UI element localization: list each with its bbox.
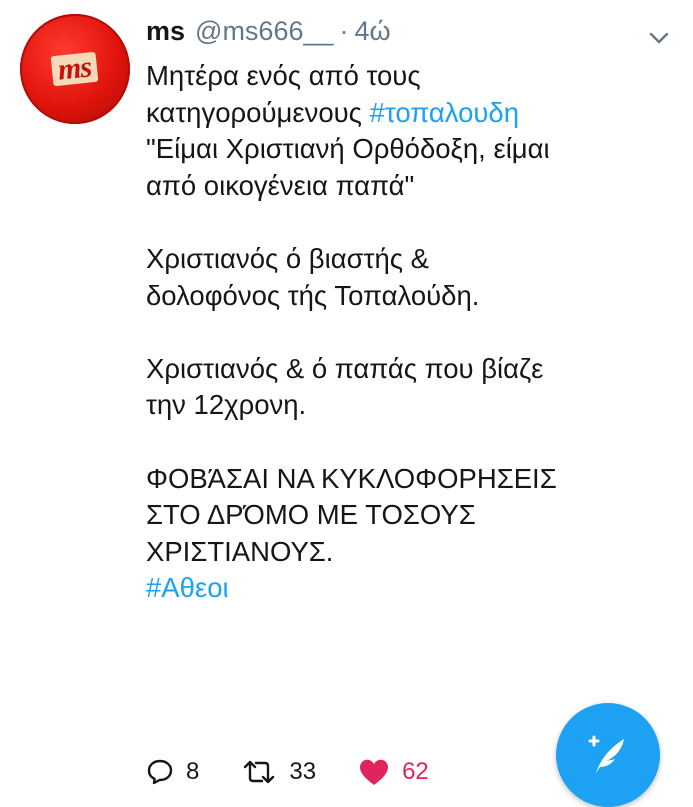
tweet-line: "Είμαι Χριστιανή Ορθόδοξη, είμαι: [146, 133, 550, 165]
retweet-icon: [244, 760, 275, 784]
hashtag-link[interactable]: #Αθεοι: [146, 572, 229, 603]
reply-count: 8: [186, 758, 200, 785]
chevron-down-icon[interactable]: [647, 26, 671, 50]
display-name[interactable]: ms: [146, 16, 185, 47]
compose-tweet-icon: [588, 735, 624, 773]
tweet-line: #Αθεοι: [146, 570, 666, 607]
tweet-line: ΣΤΟ ΔΡΌΜΟ ΜΕ ΤΟΣΟΥΣ: [146, 499, 476, 531]
hashtag-link[interactable]: #τοπαλουδη: [370, 97, 519, 128]
retweet-button[interactable]: 33: [241, 758, 316, 786]
like-button[interactable]: 62: [358, 758, 429, 786]
reply-button[interactable]: 8: [146, 758, 199, 786]
compose-tweet-button[interactable]: [556, 703, 660, 807]
tweet-line: από οικογένεια παπά": [146, 169, 415, 201]
reply-icon: [147, 759, 173, 785]
avatar-logo: ms: [51, 50, 99, 87]
tweet-line: Μητέρα ενός από τους: [146, 60, 421, 91]
retweet-count: 33: [289, 758, 317, 785]
tweet-line: Χριστιανός & ό παπάς που βίαζε: [146, 352, 544, 384]
separator-dot: ·: [339, 16, 349, 46]
like-count: 62: [402, 758, 429, 785]
tweet-line: ΧΡΙΣΤΙΑΝΟΥΣ.: [146, 535, 334, 567]
tweet-line: ΦΟΒΆΣΑΙ ΝΑ ΚΥΚΛΟΦΟΡΗΣΕΙΣ: [146, 462, 557, 494]
tweet-line: την 12χρονη.: [146, 389, 307, 421]
tweet-actions: 8 33 62: [146, 752, 471, 792]
tweet-header: ms @ms666__ · 4ώ: [146, 16, 391, 56]
tweet-text: Μητέρα ενός από τους κατηγορούμενους #το…: [146, 58, 666, 607]
tweet-line: κατηγορούμενους #τοπαλουδη: [146, 96, 520, 128]
avatar[interactable]: ms: [20, 14, 130, 124]
tweet-line: δολοφόνος τής Τοπαλούδη.: [146, 279, 480, 311]
timestamp[interactable]: 4ώ: [355, 16, 391, 47]
heart-icon: [360, 759, 389, 785]
user-handle[interactable]: @ms666__: [195, 16, 333, 47]
tweet-line: Χριστιανός ό βιαστής &: [146, 242, 430, 274]
